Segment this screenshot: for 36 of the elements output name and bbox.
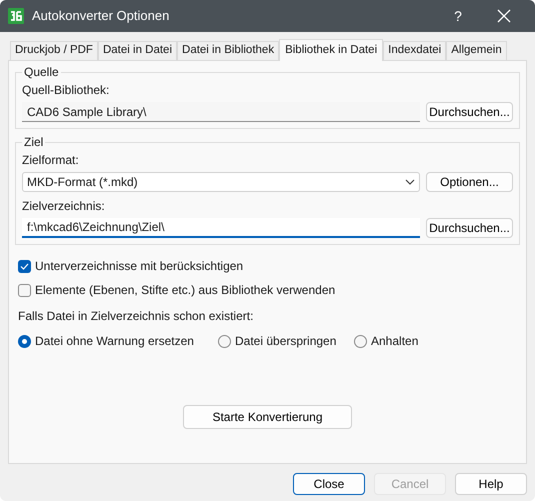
tab[interactable]: Bibliothek in Datei	[279, 39, 384, 61]
close-icon	[497, 9, 511, 23]
checkbox-label: Elemente (Ebenen, Stifte etc.) aus Bibliothek verwenden	[35, 282, 336, 299]
field-label: Zielverzeichnis:	[22, 198, 106, 215]
tab[interactable]: Datei in Bibliothek	[177, 41, 280, 60]
radio-button[interactable]	[354, 334, 367, 348]
section-label: Falls Datei in Zielverzeichnis schon existiert:	[17, 308, 254, 325]
browse-button[interactable]: Durchsuchen...	[426, 218, 513, 238]
start-button[interactable]: Starte Konvertierung	[183, 405, 352, 429]
window-title: Autokonverter Optionen	[32, 7, 170, 26]
radio-label: Datei überspringen	[235, 333, 336, 350]
browse-button[interactable]: Durchsuchen...	[426, 102, 513, 122]
checkbox[interactable]	[18, 284, 31, 296]
tab[interactable]: Indexdatei	[383, 41, 446, 60]
radio-label: Anhalten	[371, 333, 418, 350]
options-button[interactable]: Optionen...	[426, 172, 513, 192]
group-title: Quelle	[23, 64, 60, 81]
directory-field[interactable]: f:\mkcad6\Zeichnung\Ziel\	[22, 218, 420, 238]
radio-label: Datei ohne Warnung ersetzen	[35, 333, 194, 350]
dialog-button[interactable]: Close	[293, 473, 365, 495]
checkbox[interactable]	[18, 260, 31, 272]
group-title: Ziel	[23, 134, 44, 151]
dialog-button[interactable]: Help	[455, 473, 527, 495]
field-label: Quell-Bibliothek:	[22, 82, 110, 99]
radio-button[interactable]	[18, 334, 31, 348]
app-icon	[8, 8, 24, 24]
tab[interactable]: Allgemein	[446, 41, 507, 60]
help-button[interactable]: ?	[435, 6, 481, 26]
check-icon	[20, 262, 29, 270]
checkbox-label: Unterverzeichnisse mit berücksichtigen	[35, 258, 244, 275]
chevron-down-icon	[405, 179, 415, 185]
field-label: Zielformat:	[22, 152, 80, 169]
tab[interactable]: Druckjob / PDF	[10, 41, 98, 60]
radio-button[interactable]	[218, 334, 231, 348]
tab[interactable]: Datei in Datei	[98, 41, 178, 60]
format-dropdown[interactable]: MKD-Format (*.mkd)	[22, 172, 420, 192]
